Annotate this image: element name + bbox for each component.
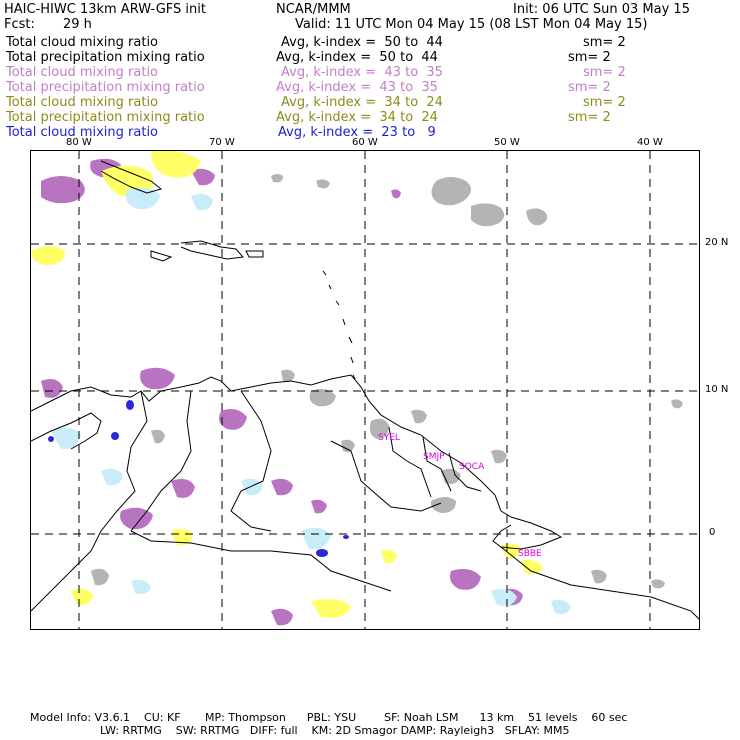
- legend-avg: Avg, k-index = 43 to 35: [276, 80, 438, 95]
- legend-field-name: Total precipitation mixing ratio: [6, 110, 205, 125]
- gray-cloud-field: [91, 174, 683, 589]
- legend-row: Total cloud mixing ratio Avg, k-index = …: [6, 35, 731, 50]
- station-label: SMJP: [423, 452, 445, 462]
- lat-label: 0: [709, 527, 716, 538]
- lon-label: 70 W: [209, 137, 235, 148]
- station-label: SOCA: [459, 462, 485, 472]
- legend-field-name: Total cloud mixing ratio: [6, 35, 159, 50]
- valid-time: Valid: 11 UTC Mon 04 May 15 (08 LST Mon …: [295, 17, 648, 32]
- station-label: SBBE: [518, 549, 542, 559]
- lon-label: 40 W: [637, 137, 663, 148]
- org-label: NCAR/MMM: [276, 2, 351, 17]
- legend-field-name: Total precipitation mixing ratio: [6, 50, 205, 65]
- legend-sm: sm= 2: [568, 110, 611, 125]
- legend-sm: sm= 2: [583, 35, 626, 50]
- legend-row: Total cloud mixing ratio Avg, k-index = …: [6, 65, 731, 80]
- legend-row: Total precipitation mixing ratio Avg, k-…: [6, 50, 731, 65]
- lon-label: 60 W: [352, 137, 378, 148]
- purple-cloud-field: [41, 158, 523, 626]
- lat-label: 20 N: [705, 237, 729, 248]
- station-label: SYEL: [378, 433, 400, 443]
- map-canvas: SYEL SMJP SOCA SBBE: [31, 151, 699, 629]
- legend-avg: Avg, k-index = 50 to 44: [276, 50, 438, 65]
- model-info-line2: LW: RRTMG SW: RRTMG DIFF: full KM: 2D Sm…: [100, 724, 570, 737]
- forecast-label: Fcst:: [4, 17, 35, 32]
- legend-sm: sm= 2: [583, 65, 626, 80]
- lat-lon-grid: [31, 151, 699, 629]
- legend-avg: Avg, k-index = 43 to 35: [281, 65, 443, 80]
- legend-field-name: Total precipitation mixing ratio: [6, 80, 205, 95]
- legend-sm: sm= 2: [568, 80, 611, 95]
- model-title: HAIC-HIWC 13km ARW-GFS init: [4, 2, 206, 17]
- legend-sm: sm= 2: [568, 50, 611, 65]
- legend-sm: sm= 2: [583, 95, 626, 110]
- legend-avg: Avg, k-index = 34 to 24: [281, 95, 443, 110]
- lon-label: 80 W: [66, 137, 92, 148]
- lat-label: 10 N: [705, 384, 729, 395]
- legend-field-name: Total cloud mixing ratio: [6, 95, 159, 110]
- station-labels: SYEL SMJP SOCA SBBE: [378, 433, 542, 559]
- init-time: Init: 06 UTC Sun 03 May 15: [513, 2, 690, 17]
- legend-field-name: Total cloud mixing ratio: [6, 65, 159, 80]
- legend-row: Total precipitation mixing ratio Avg, k-…: [6, 80, 731, 95]
- legend-row: Total precipitation mixing ratio Avg, k-…: [6, 110, 731, 125]
- legend-row: Total cloud mixing ratio Avg, k-index = …: [6, 95, 731, 110]
- lon-label: 50 W: [494, 137, 520, 148]
- map-panel: SYEL SMJP SOCA SBBE: [30, 150, 700, 630]
- legend-avg: Avg, k-index = 34 to 24: [276, 110, 438, 125]
- yellow-cloud-field: [31, 151, 543, 618]
- legend-avg: Avg, k-index = 50 to 44: [281, 35, 443, 50]
- model-info-line1: Model Info: V3.6.1 CU: KF MP: Thompson P…: [30, 711, 628, 724]
- forecast-hour: 29 h: [63, 17, 92, 32]
